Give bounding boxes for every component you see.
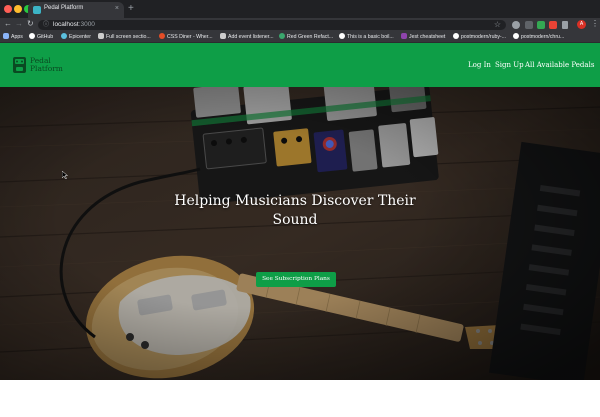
address-bar[interactable]: ⓘ localhost:3000 ☆ xyxy=(38,20,506,30)
see-subscription-plans-button[interactable]: See Subscription Plans xyxy=(256,272,336,287)
mouse-cursor-icon xyxy=(62,171,68,179)
github-icon xyxy=(29,33,35,39)
bookmarks-bar: Apps GitHub Epicenter Full screen sectio… xyxy=(0,31,600,43)
hero-title-line-2: Sound xyxy=(272,212,318,228)
all-pedals-link[interactable]: All Available Pedals xyxy=(525,61,594,69)
extensions-puzzle-icon[interactable] xyxy=(562,21,568,29)
site-navbar: Pedal Platform Log In Sign Up All Availa… xyxy=(0,43,600,87)
github-icon xyxy=(339,33,345,39)
extension-icon[interactable] xyxy=(512,21,520,29)
url-port: :3000 xyxy=(78,21,95,28)
browser-tab-strip: Pedal Platform × + xyxy=(0,0,600,18)
bookmark-label: postmodern/chru... xyxy=(521,34,565,40)
epicenter-icon xyxy=(61,33,67,39)
browser-tab-active[interactable]: Pedal Platform × xyxy=(28,2,124,18)
extension-icon[interactable] xyxy=(525,21,533,29)
page-icon xyxy=(220,33,226,39)
extension-icon[interactable] xyxy=(549,21,557,29)
minimize-window-button[interactable] xyxy=(14,5,22,13)
tab-title: Pedal Platform xyxy=(44,5,84,11)
bookmark-star-icon[interactable]: ☆ xyxy=(494,20,501,30)
bookmark-label: Epicenter xyxy=(69,34,91,40)
bookmark-apps[interactable]: Apps xyxy=(3,33,23,42)
tab-favicon-icon xyxy=(33,6,41,14)
rgr-icon xyxy=(279,33,285,39)
url-host: localhost xyxy=(53,21,79,28)
bookmark-label: Jest cheatsheet xyxy=(409,34,446,40)
bookmark-full-screen[interactable]: Full screen sectio... xyxy=(98,33,151,42)
signup-link[interactable]: Sign Up xyxy=(495,61,524,69)
bookmark-label: Red Green Refact... xyxy=(287,34,334,40)
bookmark-css-diner[interactable]: CSS Diner - Wher... xyxy=(159,33,213,42)
back-arrow-icon[interactable]: ← xyxy=(4,19,12,29)
bookmark-boilerplate[interactable]: This is a basic boil... xyxy=(339,33,394,42)
bookmark-jest[interactable]: Jest cheatsheet xyxy=(401,33,445,42)
bookmark-chruby[interactable]: postmodern/chru... xyxy=(513,33,564,42)
address-url[interactable]: localhost:3000 xyxy=(53,21,95,29)
login-link[interactable]: Log In xyxy=(468,61,491,69)
github-icon xyxy=(453,33,459,39)
extension-icon[interactable] xyxy=(537,21,545,29)
new-tab-button[interactable]: + xyxy=(128,3,134,15)
bookmark-ruby[interactable]: postmodern/ruby-... xyxy=(453,33,506,42)
bookmark-label: GitHub xyxy=(37,34,54,40)
hero-section: Helping Musicians Discover Their Sound S… xyxy=(0,87,600,380)
brand-line-2: Platform xyxy=(30,64,63,73)
css-diner-icon xyxy=(159,33,165,39)
bookmark-epicenter[interactable]: Epicenter xyxy=(61,33,91,42)
hero-title-line-1: Helping Musicians Discover Their xyxy=(174,193,416,209)
forward-arrow-icon[interactable]: → xyxy=(15,19,23,29)
bookmark-label: postmodern/ruby-... xyxy=(461,34,506,40)
browser-menu-icon[interactable]: ⋮ xyxy=(591,19,599,29)
jest-icon xyxy=(401,33,407,39)
brand-name[interactable]: Pedal Platform xyxy=(30,57,63,73)
hero-title: Helping Musicians Discover Their Sound xyxy=(150,192,440,230)
bookmark-label: CSS Diner - Wher... xyxy=(167,34,213,40)
page-icon xyxy=(98,33,104,39)
profile-avatar[interactable]: A xyxy=(577,20,586,29)
github-icon xyxy=(513,33,519,39)
site-info-icon[interactable]: ⓘ xyxy=(43,21,49,29)
bookmark-label: Apps xyxy=(11,34,23,40)
bookmark-red-green[interactable]: Red Green Refact... xyxy=(279,33,333,42)
reload-icon[interactable]: ↻ xyxy=(27,19,34,29)
pedal-logo-icon[interactable] xyxy=(12,56,27,74)
bookmark-label: Add event listener... xyxy=(228,34,274,40)
bookmark-event-listener[interactable]: Add event listener... xyxy=(220,33,274,42)
tab-close-icon[interactable]: × xyxy=(115,5,119,13)
bookmark-github[interactable]: GitHub xyxy=(29,33,53,42)
bookmark-label: This is a basic boil... xyxy=(347,34,394,40)
hero-background-image xyxy=(0,87,600,380)
bookmark-label: Full screen sectio... xyxy=(106,34,151,40)
close-window-button[interactable] xyxy=(4,5,12,13)
page-content-below-hero xyxy=(0,380,600,417)
apps-grid-icon xyxy=(3,33,9,39)
browser-toolbar: ← → ↻ ⓘ localhost:3000 ☆ A ⋮ xyxy=(0,18,600,31)
